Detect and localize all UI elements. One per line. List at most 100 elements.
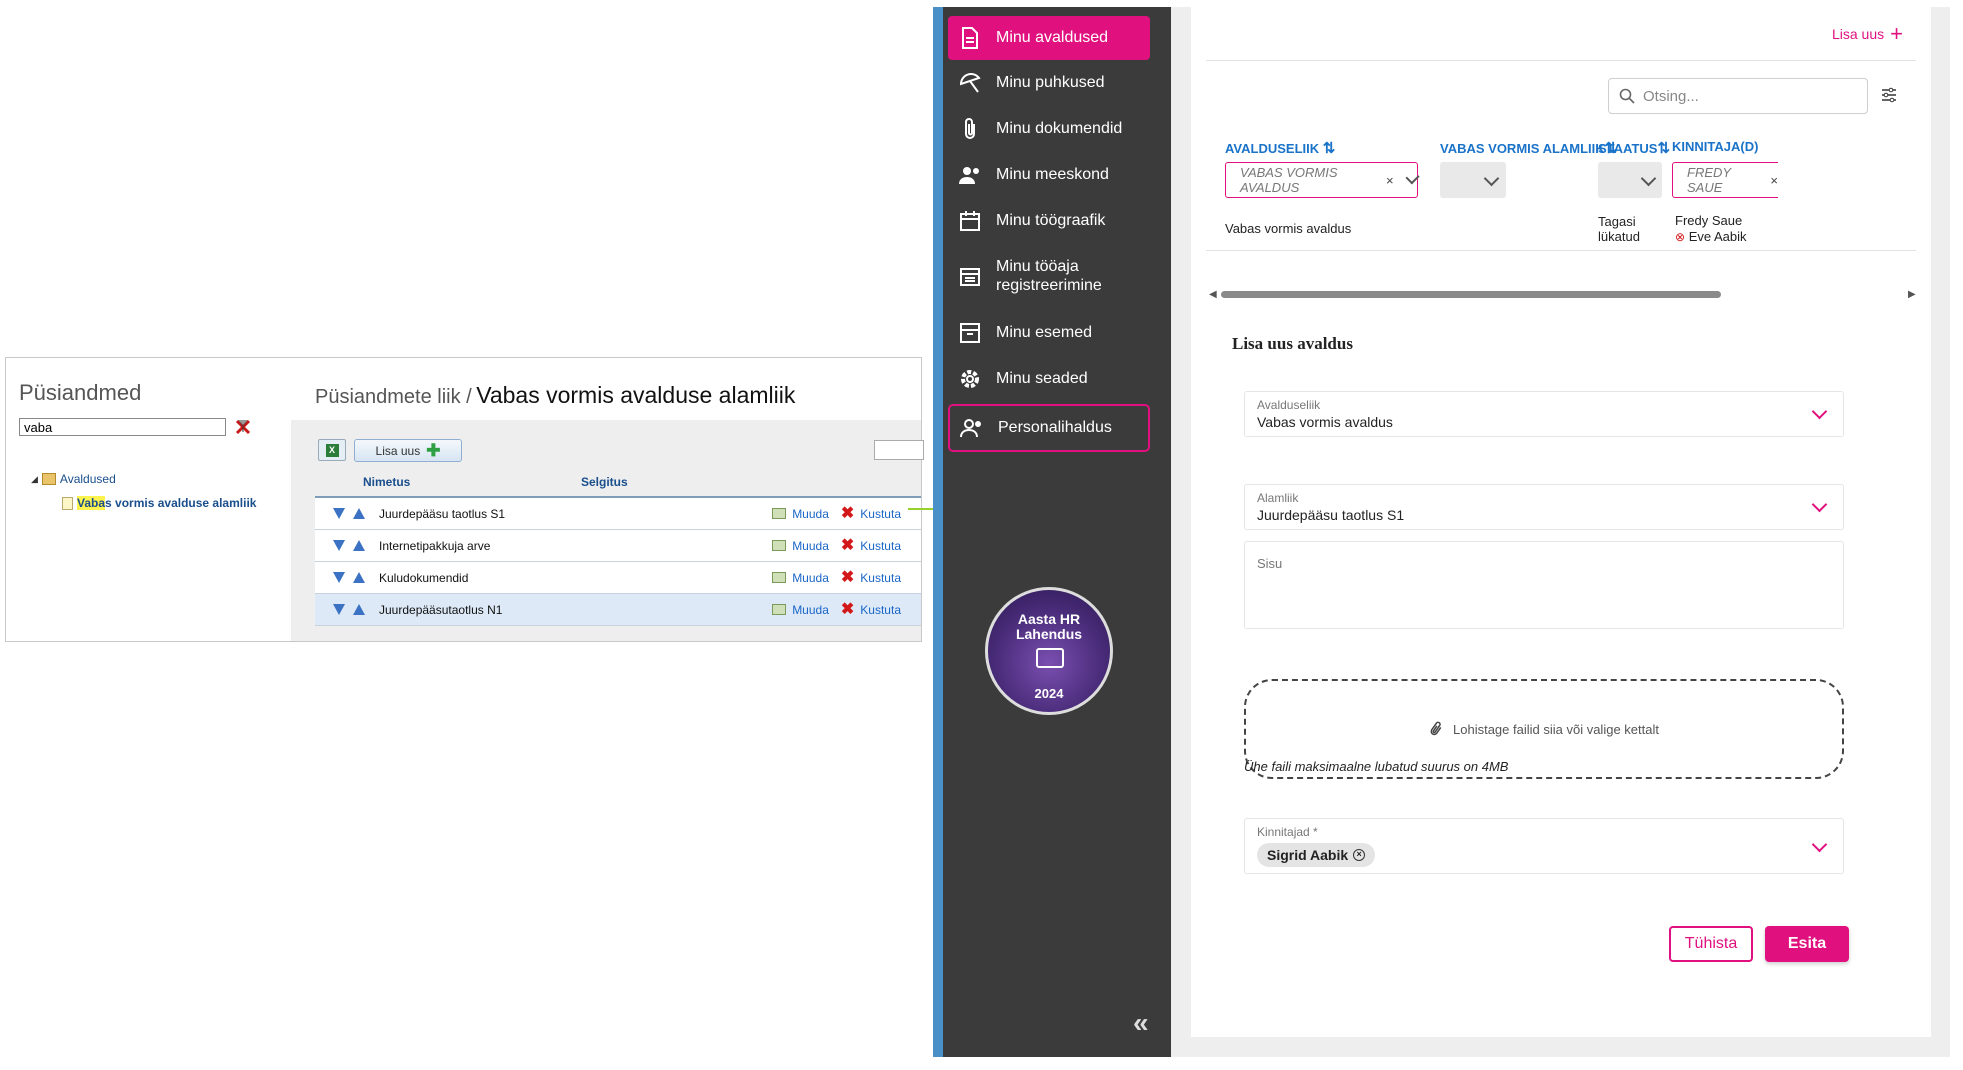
add-new-button[interactable]: Lisa uus ✚ (354, 439, 462, 462)
field-label: Kinnitajad * (1257, 825, 1318, 839)
column-header-subtype[interactable]: VABAS VORMIS ALAMLIIK⇅ (1440, 139, 1617, 157)
status-filter-select[interactable] (1598, 162, 1662, 198)
move-up-icon[interactable] (353, 540, 365, 551)
nav-item-my-documents[interactable]: Minu dokumendid (948, 109, 1150, 149)
column-header-name[interactable]: Nimetus (363, 475, 410, 489)
subtype-select[interactable]: Alamliik Juurdepääsu taotlus S1 (1244, 484, 1844, 530)
time-register-icon (958, 264, 982, 288)
max-size-hint: Ühe faili maksimaalne lubatud suurus on … (1244, 759, 1509, 774)
cancel-button[interactable]: Tühista (1669, 926, 1753, 962)
approver-chip[interactable]: Sigrid Aabik × (1257, 843, 1376, 867)
filter-settings-icon[interactable] (1881, 87, 1897, 103)
search-input[interactable]: Otsing... (1608, 78, 1868, 114)
move-down-icon[interactable] (333, 540, 345, 551)
list-filter-input[interactable] (874, 440, 924, 460)
nav-item-hr-management[interactable]: Personalihaldus (948, 404, 1150, 452)
content-textarea[interactable]: Sisu (1244, 541, 1844, 629)
tree-node-label-rest: s vormis avalduse alamliik (105, 496, 257, 510)
breadcrumb[interactable]: Püsiandmete liik / (315, 386, 472, 408)
column-header-approver[interactable]: KINNITAJA(D) (1672, 139, 1758, 154)
nav-item-my-items[interactable]: Minu esemed (948, 313, 1150, 353)
tree-expand-icon[interactable]: ◢ (31, 474, 38, 485)
approver-filter-select[interactable]: FREDY SAUE × (1672, 162, 1778, 198)
clear-icon[interactable]: × (1770, 173, 1778, 188)
export-excel-button[interactable]: X (318, 439, 346, 461)
delete-icon[interactable]: ✖ (841, 537, 854, 554)
edit-icon[interactable] (772, 604, 787, 615)
app-sidebar: Minu avaldused Minu puhkused Minu dokume… (943, 7, 1171, 1057)
move-down-icon[interactable] (333, 572, 345, 583)
nav-label: Personalihaldus (998, 419, 1112, 436)
list-area: X Lisa uus ✚ Nimetus Selgitus Juurdepääs… (291, 420, 924, 641)
clear-icon[interactable]: × (1386, 173, 1394, 188)
move-down-icon[interactable] (333, 604, 345, 615)
tree-search-input[interactable] (19, 418, 226, 436)
badge-line1: Aasta HR (1017, 611, 1081, 627)
tree-node-subtype[interactable]: Vabas vormis avalduse alamliik (62, 496, 256, 510)
nav-item-my-schedule[interactable]: Minu töögraafik (948, 201, 1150, 241)
collapse-sidebar-icon[interactable]: « (1133, 1007, 1148, 1039)
chevron-down-icon (1640, 170, 1657, 187)
scroll-left-icon[interactable]: ◀ (1209, 289, 1217, 300)
badge-line2: Lahendus (1015, 626, 1083, 642)
field-value: Vabas vormis avaldus (1257, 414, 1393, 430)
column-header-status[interactable]: STAATUS⇅ (1598, 139, 1670, 157)
sort-icon[interactable]: ⇅ (1323, 140, 1336, 157)
chevron-down-icon (1405, 169, 1420, 185)
sort-icon[interactable]: ⇅ (1657, 140, 1670, 157)
nav-item-my-settings[interactable]: Minu seaded (948, 359, 1150, 399)
delete-link[interactable]: Kustuta (860, 539, 901, 553)
delete-link[interactable]: Kustuta (860, 571, 901, 585)
edit-icon[interactable] (772, 572, 787, 583)
move-down-icon[interactable] (333, 508, 345, 519)
move-up-icon[interactable] (353, 508, 365, 519)
table-row[interactable]: Kuludokumendid Muuda ✖ Kustuta (315, 561, 921, 593)
edit-icon[interactable] (772, 540, 787, 551)
app-rail (933, 7, 943, 1057)
column-header-type[interactable]: AVALDUSELIIK ⇅ (1225, 139, 1335, 157)
clear-filter-icon[interactable] (234, 418, 252, 436)
nav-item-time-registration[interactable]: Minu tööaja registreerimine (948, 250, 1150, 302)
chevron-down-icon (1811, 496, 1828, 513)
subtype-filter-select[interactable] (1440, 162, 1506, 198)
table-row[interactable]: Juurdepääsu taotlus S1 Muuda ✖ Kustuta (315, 496, 921, 529)
delete-icon[interactable]: ✖ (841, 505, 854, 522)
edit-link[interactable]: Muuda (792, 603, 829, 617)
submit-button[interactable]: Esita (1765, 926, 1849, 962)
edit-link[interactable]: Muuda (792, 539, 829, 553)
row-type[interactable]: Vabas vormis avaldus (1225, 221, 1351, 236)
remove-chip-icon[interactable]: × (1353, 849, 1366, 861)
horizontal-scrollbar[interactable] (1221, 291, 1721, 298)
nav-item-my-vacations[interactable]: Minu puhkused (948, 63, 1150, 103)
move-up-icon[interactable] (353, 604, 365, 615)
nav-label: Minu seaded (996, 370, 1088, 387)
edit-link[interactable]: Muuda (792, 571, 829, 585)
delete-link[interactable]: Kustuta (860, 507, 901, 521)
table-row-selected[interactable]: Juurdepääsutaotlus N1 Muuda ✖ Kustuta (315, 593, 921, 626)
nav-item-my-team[interactable]: Minu meeskond (948, 155, 1150, 195)
edit-link[interactable]: Muuda (792, 507, 829, 521)
move-up-icon[interactable] (353, 572, 365, 583)
filter-value: VABAS VORMIS AVALDUS (1240, 165, 1338, 195)
page-header: Püsiandmete liik / Vabas vormis avalduse… (315, 382, 795, 409)
field-label: Avalduseliik (1257, 398, 1321, 412)
drop-text: Lohistage failid siia või valige kettalt (1453, 721, 1659, 737)
nav-item-my-applications[interactable]: Minu avaldused (948, 16, 1150, 60)
scroll-right-icon[interactable]: ▶ (1908, 289, 1916, 300)
gear-icon (958, 367, 982, 391)
add-new-application-button[interactable]: Lisa uus + (1832, 23, 1903, 45)
field-label: Alamliik (1257, 491, 1299, 505)
type-select[interactable]: Avalduseliik Vabas vormis avaldus (1244, 391, 1844, 437)
approvers-select[interactable]: Kinnitajad * Sigrid Aabik × (1244, 818, 1844, 874)
search-placeholder: Otsing... (1643, 87, 1699, 105)
tree-node-avaldused[interactable]: ◢ Avaldused (31, 472, 116, 486)
search-icon (1619, 88, 1635, 104)
delete-icon[interactable]: ✖ (841, 569, 854, 586)
delete-icon[interactable]: ✖ (841, 601, 854, 618)
table-row[interactable]: Internetipakkuja arve Muuda ✖ Kustuta (315, 529, 921, 561)
edit-icon[interactable] (772, 508, 787, 519)
delete-link[interactable]: Kustuta (860, 603, 901, 617)
type-filter-select[interactable]: VABAS VORMIS AVALDUS × (1225, 162, 1420, 198)
row-approvers: Fredy Saue ⊗ Eve Aabik (1675, 213, 1747, 245)
column-header-description[interactable]: Selgitus (581, 475, 628, 489)
